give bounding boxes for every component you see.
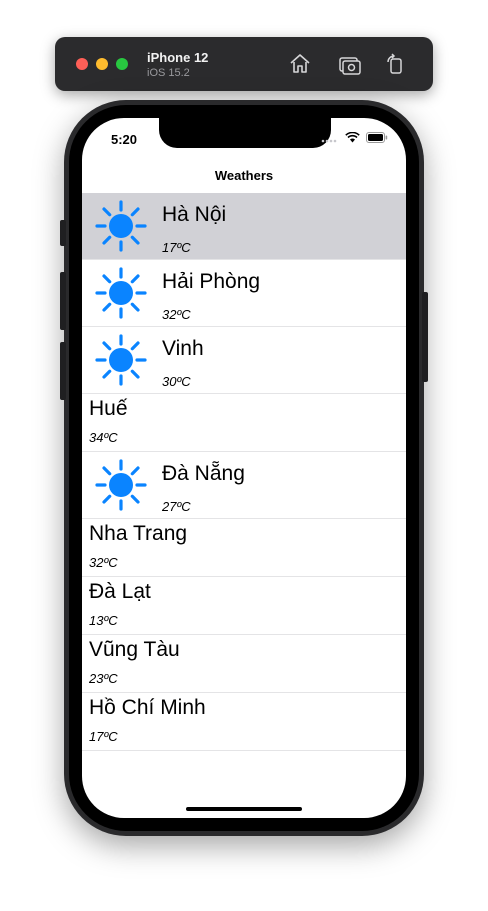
status-time: 5:20 [111, 132, 138, 147]
rotate-button[interactable] [383, 52, 407, 76]
mute-switch [60, 220, 66, 246]
phone-screen: 5:20 Weathers Hà Nội 17ºC Hải Phòng 32ºC… [82, 118, 406, 818]
table-row[interactable]: Vinh 30ºC [82, 327, 406, 394]
battery-icon [366, 132, 388, 143]
home-button[interactable] [288, 52, 312, 76]
city-list: Hà Nội 17ºC Hải Phòng 32ºC Vinh 30ºC Huế 34ºC [82, 193, 406, 751]
city-temperature: 32ºC [162, 307, 191, 322]
os-version: iOS 15.2 [147, 67, 190, 79]
city-name: Đà Lạt [89, 580, 151, 603]
notch [159, 118, 331, 148]
table-row[interactable]: Nha Trang 32ºC [82, 519, 406, 577]
city-name: Huế [89, 397, 128, 420]
city-temperature: 23ºC [89, 671, 118, 686]
city-name: Hồ Chí Minh [89, 696, 206, 719]
cellular-icon [321, 139, 337, 142]
city-name: Vinh [162, 337, 204, 360]
volume-up-button [60, 272, 66, 330]
city-name: Đà Nẵng [162, 462, 245, 485]
volume-down-button [60, 342, 66, 400]
sun-icon [94, 458, 148, 512]
status-icons [321, 132, 388, 143]
table-row[interactable]: Hà Nội 17ºC [82, 193, 406, 260]
wifi-icon [345, 132, 360, 143]
nav-title: Weathers [214, 168, 274, 183]
city-temperature: 13ºC [89, 613, 118, 628]
sun-icon [94, 266, 148, 320]
city-temperature: 17ºC [89, 729, 118, 744]
table-row[interactable]: Huế 34ºC [82, 394, 406, 452]
city-name: Nha Trang [89, 522, 188, 545]
city-temperature: 17ºC [162, 240, 191, 255]
city-name: Vũng Tàu [89, 638, 180, 661]
side-button [422, 292, 428, 382]
sun-icon [94, 333, 148, 387]
rotate-icon [387, 53, 402, 74]
simulator-toolbar: iPhone 12 iOS 15.2 [55, 37, 433, 91]
close-window-button[interactable] [76, 58, 88, 70]
minimize-window-button[interactable] [96, 58, 108, 70]
city-temperature: 30ºC [162, 374, 191, 389]
home-indicator[interactable] [186, 807, 302, 811]
city-temperature: 27ºC [162, 499, 191, 514]
home-icon [290, 54, 310, 73]
city-temperature: 34ºC [89, 430, 118, 445]
table-row[interactable]: Hải Phòng 32ºC [82, 260, 406, 327]
city-name: Hà Nội [162, 203, 227, 226]
table-row[interactable]: Hồ Chí Minh 17ºC [82, 693, 406, 751]
table-row[interactable]: Đà Lạt 13ºC [82, 577, 406, 635]
camera-icon [339, 57, 361, 75]
city-name: Hải Phòng [162, 270, 261, 293]
screenshot-button[interactable] [338, 52, 362, 76]
city-temperature: 32ºC [89, 555, 118, 570]
sun-icon [94, 199, 148, 253]
zoom-window-button[interactable] [116, 58, 128, 70]
table-row[interactable]: Đà Nẵng 27ºC [82, 452, 406, 519]
device-name: iPhone 12 [147, 50, 209, 65]
table-row[interactable]: Vũng Tàu 23ºC [82, 635, 406, 693]
